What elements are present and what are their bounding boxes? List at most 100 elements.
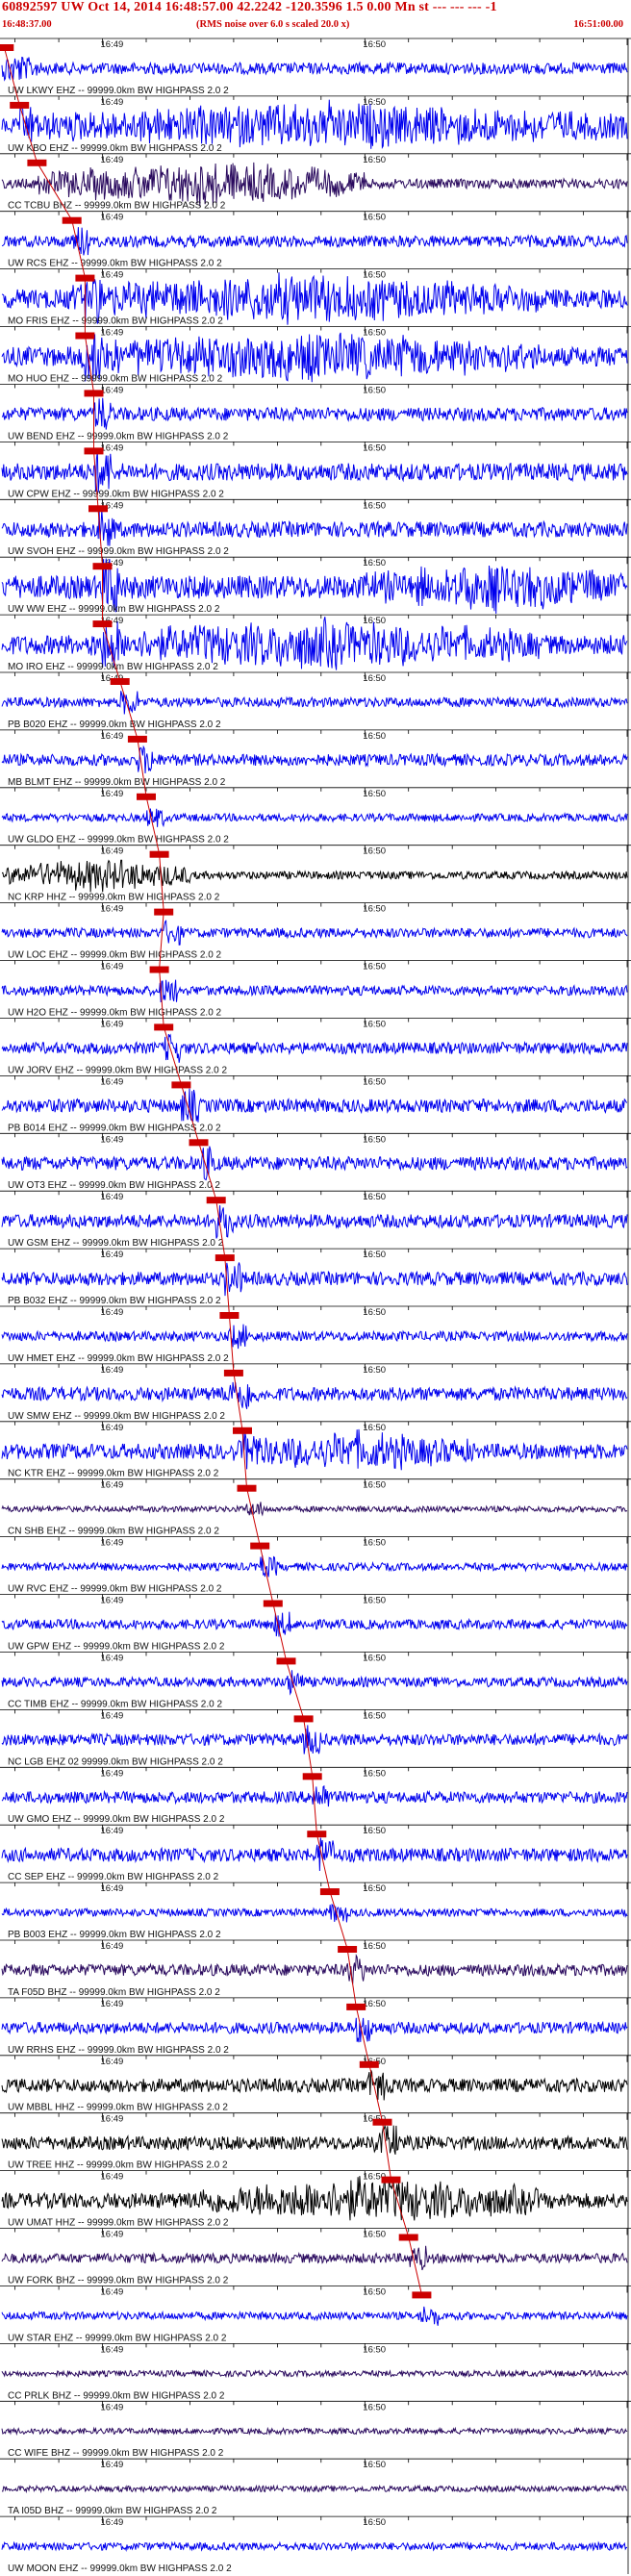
trace-row: 16:49 16:50 UW KBO EHZ -- 99999.0km BW HIG… [0,95,631,154]
minute-label: 16:49 [101,904,124,915]
trace-row: 16:49 16:50UW SVOH EHZ -- 99999.0km BW HI… [0,498,631,557]
station-label: UW TREE HHZ -- 99999.0km BW HIGHPASS 2.0… [8,2160,228,2171]
station-label: UW KBO EHZ -- 99999.0km BW HIGHPASS 2.0 … [8,143,222,154]
station-label: UW FORK BHZ -- 99999.0km BW HIGHPASS 2.0… [8,2276,229,2286]
station-label: UW LOC EHZ -- 99999.0km BW HIGHPASS 2.0 … [8,950,222,961]
waveform [1,1204,628,1239]
waveform [1,2484,628,2494]
trace-row: 16:49 16:50 UW GPW EHZ -- 99999.0km BW HIG… [0,1594,631,1653]
minute-label: 16:49 [101,2057,124,2067]
minute-label: 16:49 [101,1999,124,2009]
station-label: UW LKWY EHZ -- 99999.0km BW HIGHPASS 2.0… [8,86,229,96]
station-label: UW GPW EHZ -- 99999.0km BW HIGHPASS 2.0 … [8,1642,225,1653]
minute-label: 16:50 [363,2402,386,2412]
minute-label: 16:50 [363,1192,386,1202]
minute-label: 16:50 [363,904,386,915]
trace-row: 16:49 16:50 CC PRLK BHZ -- 99999.0km BW HI… [0,2342,631,2401]
minute-label: 16:50 [363,616,386,626]
minute-label: 16:49 [101,39,124,50]
minute-label: 16:50 [363,558,386,568]
station-label: UW GLDO EHZ -- 99999.0km BW HIGHPASS 2.0… [8,835,229,846]
minute-label: 16:49 [101,328,124,339]
minute-label: 16:49 [101,442,124,453]
trace-row: 16:49 16:50 NC KTR EHZ -- 99999.0km BW HIG… [0,1421,631,1479]
minute-label: 16:50 [363,1076,386,1087]
waveform [1,162,628,207]
minute-label: 16:50 [363,1307,386,1318]
minute-label: 16:49 [101,1192,124,1202]
waveform [1,1670,628,1696]
trace-row: 16:49 16:50 PB B014 EHZ -- 99999.0km BW HI… [0,1075,631,1133]
minute-label: 16:49 [101,2460,124,2470]
minute-label: 16:50 [363,500,386,511]
waveform [1,509,628,546]
trace-row: 16:49 16:50 UW MOON EHZ -- 99999.0km BW HI… [0,2515,631,2574]
station-label: PB B014 EHZ -- 99999.0km BW HIGHPASS 2.0… [8,1123,221,1133]
trace-row: 16:4916:50PB B020 EHZ -- 99999.0km BW HI… [0,671,631,730]
minute-label: 16:49 [101,1768,124,1779]
minute-label: 16:50 [363,2460,386,2470]
minute-label: 16:50 [363,386,386,396]
trace-row: 16:49 16:50UW UMAT HHZ -- 99999.0km BW HI… [0,2170,631,2229]
waveform [1,1611,628,1637]
minute-label: 16:49 [101,1538,124,1549]
station-label: PB B032 EHZ -- 99999.0km BW HIGHPASS 2.0… [8,1296,221,1306]
minute-label: 16:50 [363,1020,386,1030]
station-label: CN SHB EHZ -- 99999.0km BW HIGHPASS 2.0 … [8,1527,219,1537]
station-label: NC KTR EHZ -- 99999.0km BW HIGHPASS 2.0 … [8,1469,219,1479]
station-label: PB B003 EHZ -- 99999.0km BW HIGHPASS 2.0… [8,1930,221,1940]
station-label: MO FRIS EHZ -- 99999.0km BW HIGHPASS 2.0… [8,316,223,327]
minute-label: 16:50 [363,1596,386,1606]
waveform [1,859,628,893]
station-label: UW CPW EHZ -- 99999.0km BW HIGHPASS 2.0 … [8,489,224,499]
station-label: UW UMAT HHZ -- 99999.0km BW HIGHPASS 2.0… [8,2218,229,2229]
trace-row: 16:49 16:50 UW CPW EHZ -- 99999.0km BW HIG… [0,441,631,499]
trace-row: 16:49 16:50 NC LGB EHZ 02 99999.0km BW HIG… [0,1709,631,1767]
station-label: NC LGB EHZ 02 99999.0km BW HIGHPASS 2.0 … [8,1756,223,1767]
minute-label: 16:50 [363,1134,386,1145]
station-label: UW HMET EHZ -- 99999.0km BW HIGHPASS 2.0… [8,1353,229,1364]
station-label: UW SMW EHZ -- 99999.0km BW HIGHPASS 2.0 … [8,1411,225,1422]
minute-label: 16:49 [101,1826,124,1836]
minute-label: 16:50 [363,1883,386,1894]
trace-row: 16:49 16:50 UW HMET EHZ -- 99999.0km BW HI… [0,1305,631,1364]
waveform [1,2245,628,2271]
station-label: UW GMO EHZ -- 99999.0km BW HIGHPASS 2.0 … [8,1814,225,1825]
trace-row: 16:49 16:50 CN SHB EHZ -- 99999.0km BW HIG… [0,1478,631,1537]
minute-label: 16:49 [101,1134,124,1145]
minute-label: 16:50 [363,731,386,742]
waveform [1,1146,628,1181]
station-label: UW WW EHZ -- 99999.0km BW HIGHPASS 2.0 2 [8,604,220,615]
trace-row: 16:49 16:50 UW H2O EHZ -- 99999.0km BW HIG… [0,960,631,1019]
trace-row: 16:49 16:50 MO FRIS EHZ -- 99999.0km BW HI… [0,268,631,327]
minute-label: 16:49 [101,846,124,857]
minute-label: 16:50 [363,270,386,281]
waveform [1,2017,628,2043]
minute-label: 16:49 [101,213,124,223]
trace-row: 16:49 16:50 UW BEND EHZ -- 99999.0km BW HI… [0,384,631,442]
minute-label: 16:49 [101,1307,124,1318]
minute-label: 16:50 [363,2344,386,2355]
station-label: UW SVOH EHZ -- 99999.0km BW HIGHPASS 2.0… [8,546,229,557]
minute-label: 16:49 [101,1076,124,1087]
trace-row: 16:49 16:50 TA I05D BHZ -- 99999.0km BW HI… [0,2458,631,2516]
minute-label: 16:50 [363,1423,386,1433]
waveform [1,1837,628,1872]
trace-row: 16:49 16:50 NC KRP HHZ -- 99999.0km BW HIG… [0,845,631,903]
waveform [1,1903,628,1923]
trace-row: 16:49 16:50 CC TCBU BHZ -- 99999.0km BW HI… [0,153,631,212]
trace-row: 16:49 16:50 UW OT3 EHZ -- 99999.0km BW HIG… [0,1132,631,1191]
waveform [1,745,628,774]
waveform [1,1725,628,1755]
waveform [1,1324,628,1350]
waveform [1,920,628,946]
waveform [1,2368,628,2379]
minute-label: 16:50 [363,328,386,339]
station-label: NC KRP HHZ -- 99999.0km BW HIGHPASS 2.0 … [8,893,220,903]
minute-label: 16:50 [363,442,386,453]
minute-label: 16:50 [363,1480,386,1491]
minute-label: 16:50 [363,673,386,684]
minute-label: 16:49 [101,2287,124,2298]
trace-row: 16:49 16:50 UW GLDO EHZ -- 99999.0km BW HI… [0,787,631,846]
minute-label: 16:50 [363,1941,386,1952]
